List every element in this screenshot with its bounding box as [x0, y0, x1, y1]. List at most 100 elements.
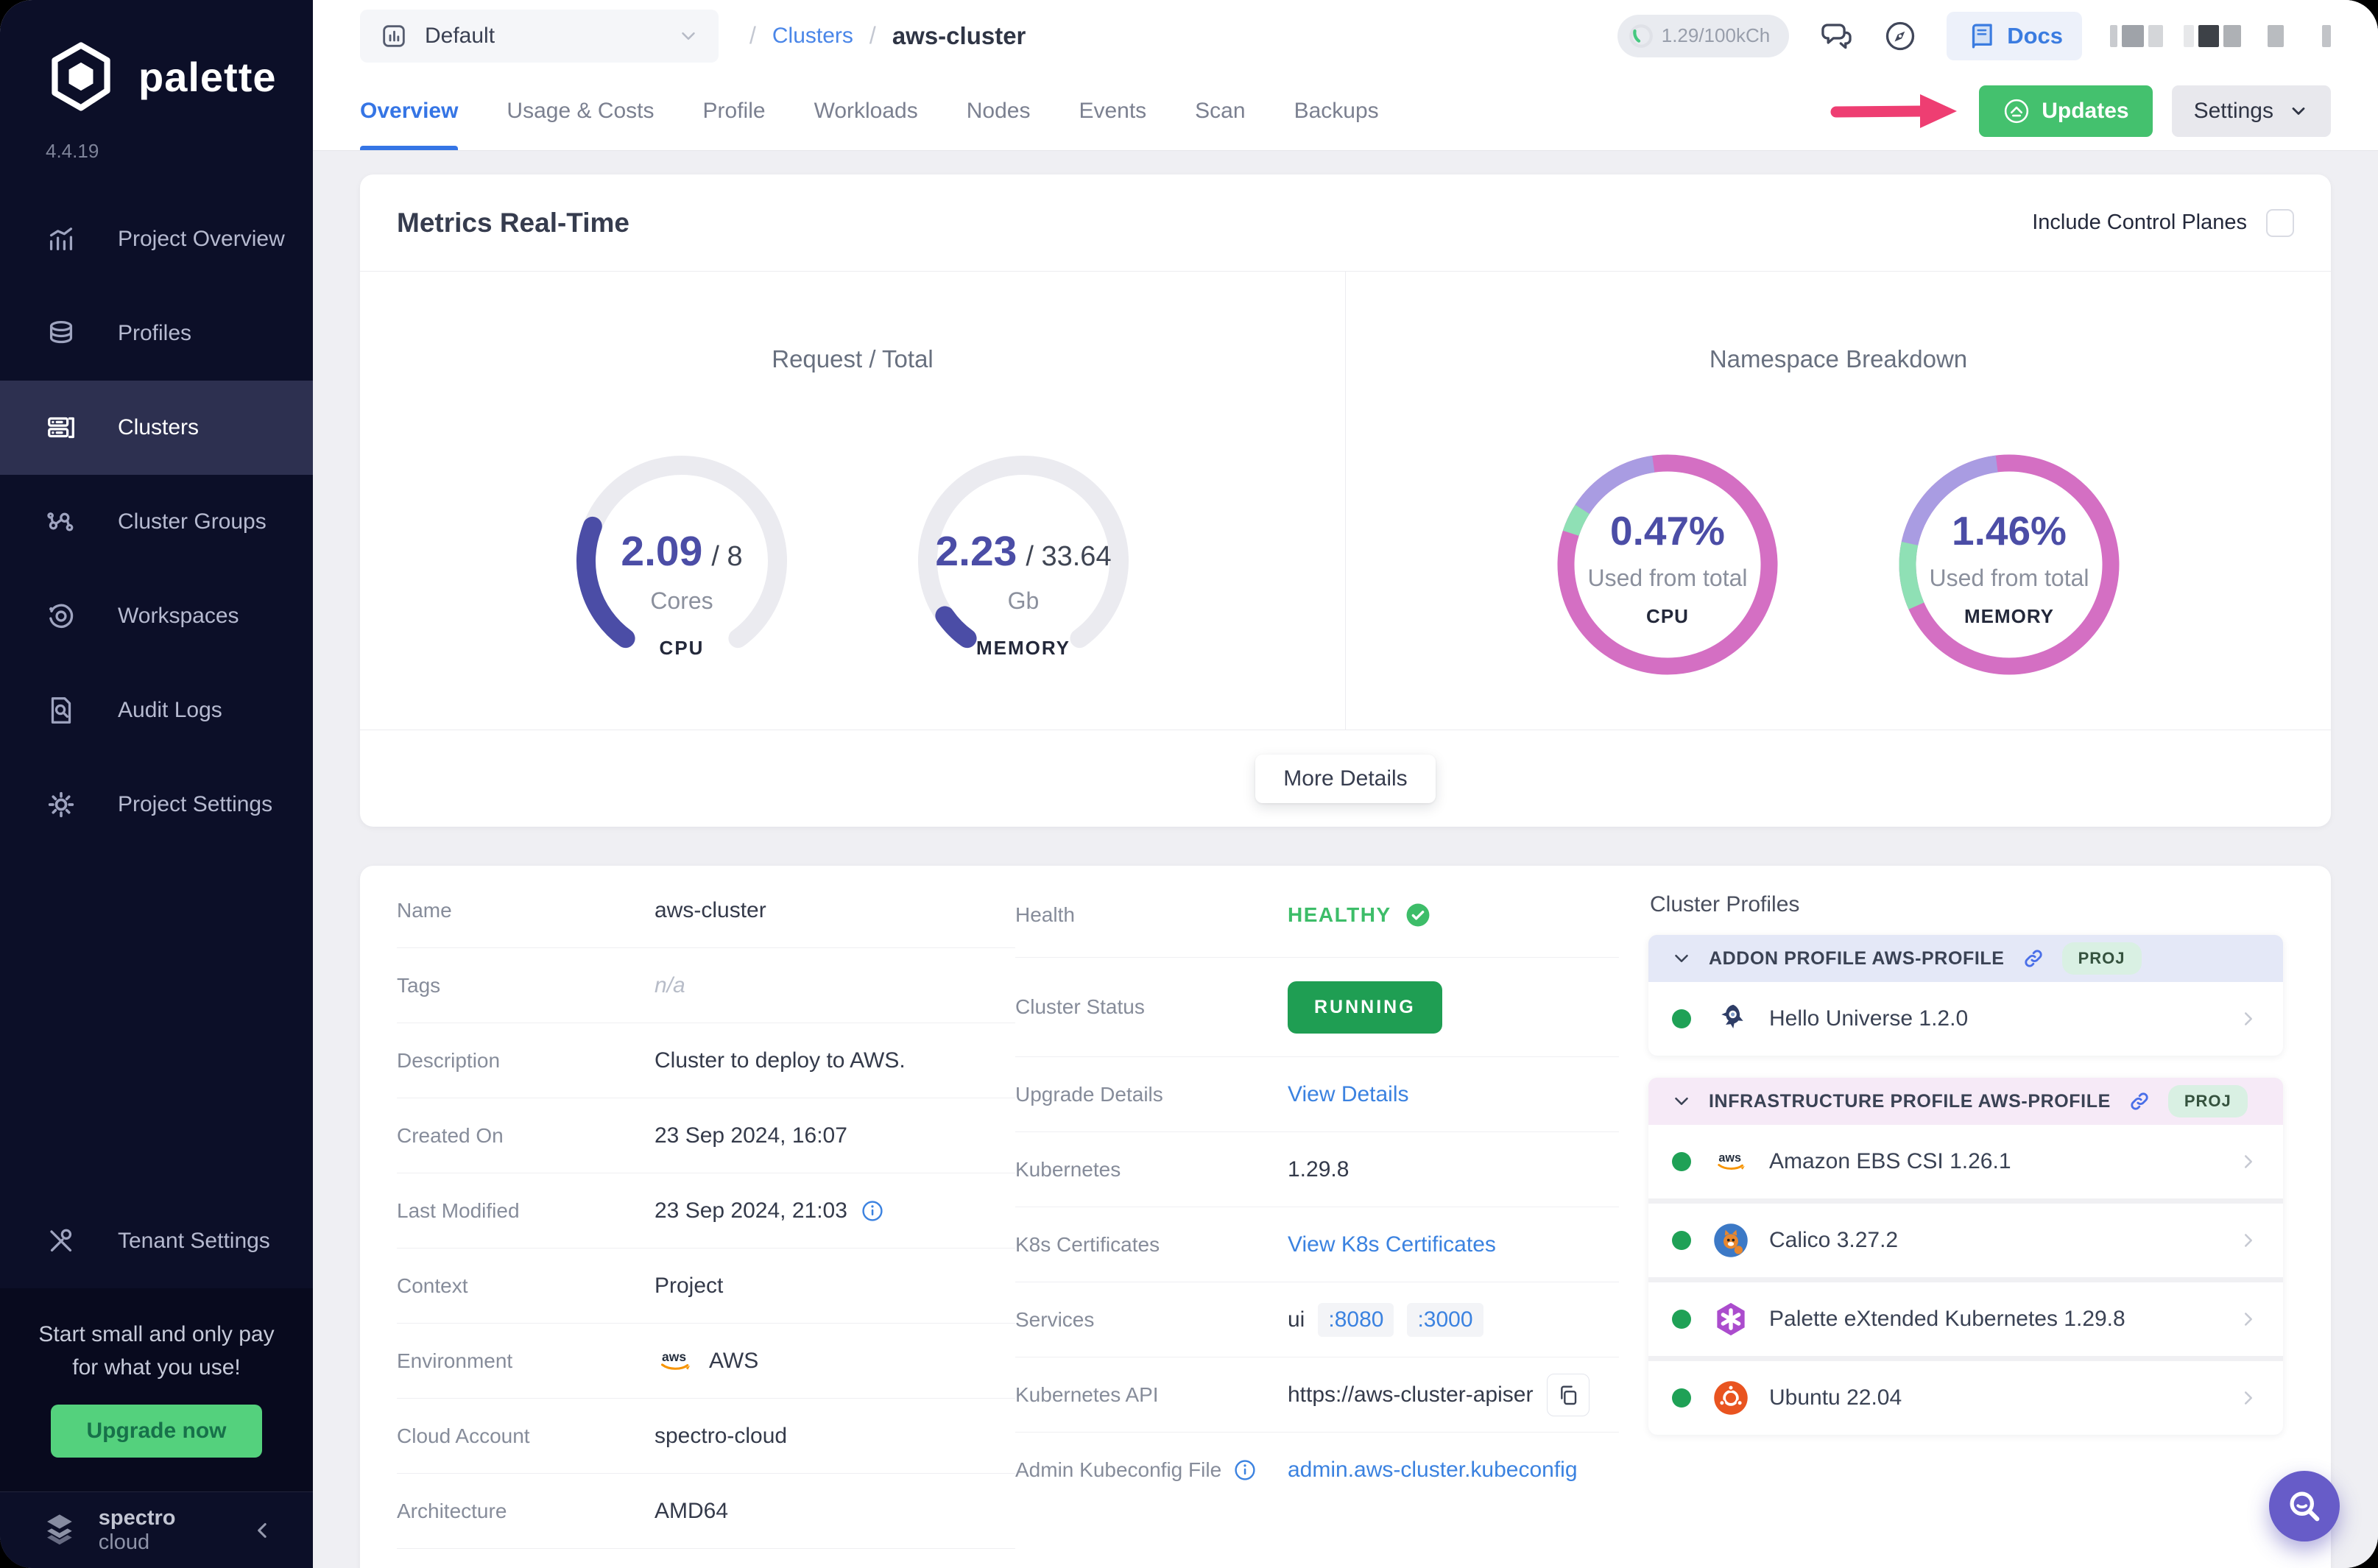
project-selector[interactable]: Default	[360, 9, 719, 63]
copy-api-url-button[interactable]	[1547, 1373, 1590, 1416]
chevron-right-icon	[2245, 1391, 2252, 1405]
status-dot	[1672, 1152, 1691, 1171]
sidebar-item-label: Cluster Groups	[118, 509, 267, 534]
cpu-used-caption: Used from total	[1587, 565, 1748, 591]
service-port-link[interactable]: :8080	[1318, 1302, 1394, 1337]
tags-value: n/a	[655, 972, 685, 997]
proj-badge: PROJ	[2167, 1085, 2248, 1117]
profile-row-amazon-ebs-csi[interactable]: aws Amazon EBS CSI 1.26.1	[1648, 1125, 2283, 1198]
status-dot	[1672, 1388, 1691, 1408]
profile-row-hello-universe[interactable]: Hello Universe 1.2.0	[1648, 982, 2283, 1056]
profile-row-calico[interactable]: Calico 3.27.2	[1648, 1204, 2283, 1277]
tab-profile[interactable]: Profile	[703, 71, 766, 150]
detail-row-cloud-account: Cloud Account spectro-cloud	[397, 1399, 1015, 1474]
kubeconfig-download-link[interactable]: admin.aws-cluster.kubeconfig	[1288, 1458, 1578, 1483]
namespace-breakdown-panel: Namespace Breakdown 0.47% Used from tota…	[1346, 272, 2331, 730]
chevron-right-icon	[2245, 1012, 2252, 1025]
detail-row-health: Health HEALTHY	[1015, 873, 1619, 958]
sidebar-item-project-overview[interactable]: Project Overview	[0, 192, 313, 286]
cpu-unit: Cores	[650, 587, 713, 614]
compass-icon[interactable]	[1882, 18, 1919, 54]
sidebar-item-label: Project Overview	[118, 227, 285, 251]
more-details-button[interactable]: More Details	[1255, 754, 1436, 803]
svg-text:aws: aws	[1718, 1151, 1741, 1165]
sidebar-item-label: Clusters	[118, 415, 200, 439]
gear-icon	[48, 791, 74, 818]
include-control-planes-label: Include Control Planes	[2032, 211, 2247, 234]
upgrade-now-button[interactable]: Upgrade now	[51, 1405, 262, 1458]
service-name: ui	[1288, 1307, 1305, 1332]
detail-row-environment: Environment aws AWS	[397, 1324, 1015, 1399]
tab-events[interactable]: Events	[1079, 71, 1146, 150]
sidebar-item-audit-logs[interactable]: Audit Logs	[0, 663, 313, 757]
addon-profile-header[interactable]: ADDON PROFILE AWS-PROFILE PROJ	[1648, 935, 2283, 982]
metrics-card: Metrics Real-Time Include Control Planes…	[360, 174, 2331, 827]
profile-pack-name: Amazon EBS CSI 1.26.1	[1769, 1149, 2011, 1173]
status-dot	[1672, 1009, 1691, 1028]
breadcrumb-link-clusters[interactable]: Clusters	[772, 24, 853, 49]
info-icon[interactable]	[1233, 1458, 1257, 1482]
sidebar-item-cluster-groups[interactable]: Cluster Groups	[0, 475, 313, 569]
settings-label: Settings	[2193, 98, 2273, 123]
main-area: Default / Clusters / aws-cluster 1.29/10…	[313, 0, 2378, 1568]
project-selector-value: Default	[425, 23, 495, 48]
chat-icon[interactable]	[1817, 18, 1854, 54]
tab-nodes[interactable]: Nodes	[967, 71, 1031, 150]
running-status-badge: RUNNING	[1288, 981, 1442, 1034]
sidebar-item-tenant-settings[interactable]: Tenant Settings	[0, 1194, 313, 1288]
tab-scan[interactable]: Scan	[1195, 71, 1245, 150]
spectro-cloud-name: spectro cloud	[98, 1505, 176, 1554]
cpu-total-value: 8	[727, 540, 743, 572]
sidebar-item-workspaces[interactable]: Workspaces	[0, 569, 313, 663]
link-icon[interactable]	[2021, 946, 2046, 971]
servers-icon	[48, 417, 74, 439]
chevron-down-icon	[1675, 1098, 1688, 1105]
promo-text: Start small and only pay for what you us…	[38, 1322, 275, 1380]
cpu-request-value: 2.09	[621, 527, 703, 575]
collapse-sidebar-icon[interactable]	[250, 1518, 275, 1543]
docs-button[interactable]: Docs	[1947, 11, 2082, 60]
profile-row-palette-extended-kubernetes[interactable]: Palette eXtended Kubernetes 1.29.8	[1648, 1282, 2283, 1356]
tab-workloads[interactable]: Workloads	[814, 71, 918, 150]
request-total-panel: Request / Total 2.09 / 8 Cores CPU 2.23 …	[360, 272, 1346, 730]
profile-pack-name: Hello Universe 1.2.0	[1769, 1006, 1969, 1031]
updates-button[interactable]: Updates	[1979, 85, 2153, 137]
hello-universe-icon	[1721, 1004, 1743, 1028]
include-control-planes-checkbox[interactable]	[2266, 208, 2294, 237]
chevron-down-icon	[1675, 955, 1688, 962]
usage-credits-pill[interactable]: 1.29/100kCh	[1617, 14, 1790, 57]
tools-icon	[50, 1229, 72, 1252]
link-icon[interactable]	[2127, 1089, 2152, 1114]
breadcrumb-separator: /	[869, 22, 876, 49]
sidebar-item-clusters[interactable]: Clusters	[0, 381, 313, 475]
view-k8s-certificates-link[interactable]: View K8s Certificates	[1288, 1232, 1496, 1257]
infrastructure-profile-header[interactable]: INFRASTRUCTURE PROFILE AWS-PROFILE PROJ	[1648, 1078, 2283, 1125]
sidebar-item-profiles[interactable]: Profiles	[0, 286, 313, 381]
aws-logo-icon: aws	[1718, 1151, 1745, 1170]
service-port-link[interactable]: :3000	[1407, 1302, 1483, 1337]
tab-usage-costs[interactable]: Usage & Costs	[507, 71, 654, 150]
profile-row-ubuntu[interactable]: Ubuntu 22.04	[1648, 1361, 2283, 1435]
usage-progress-icon	[1629, 24, 1653, 48]
cluster-name-value: aws-cluster	[655, 897, 766, 922]
info-icon[interactable]	[861, 1199, 884, 1223]
tab-backups[interactable]: Backups	[1294, 71, 1379, 150]
settings-button[interactable]: Settings	[2171, 85, 2331, 137]
sidebar-item-project-settings[interactable]: Project Settings	[0, 757, 313, 852]
book-icon	[1972, 24, 1992, 48]
view-details-link[interactable]: View Details	[1288, 1082, 1409, 1107]
bar-chart-icon	[49, 227, 73, 251]
upgrade-promo: Start small and only pay for what you us…	[0, 1288, 313, 1491]
cpu-donut-label: CPU	[1646, 605, 1689, 627]
memory-request-value: 2.23	[935, 527, 1017, 575]
detail-row-last-modified: Last Modified 23 Sep 2024, 21:03	[397, 1173, 1015, 1249]
memory-used-percent: 1.46%	[1952, 508, 2067, 554]
tab-overview[interactable]: Overview	[360, 71, 459, 150]
search-fab-button[interactable]	[2269, 1471, 2340, 1541]
detail-row-k8s-certificates: K8s Certificates View K8s Certificates	[1015, 1207, 1619, 1282]
magnifier-smile-icon	[2290, 1491, 2320, 1522]
cluster-profiles-title: Cluster Profiles	[1650, 892, 1800, 917]
architecture-value: AMD64	[655, 1498, 729, 1523]
profile-pack-name: Calico 3.27.2	[1769, 1228, 1899, 1252]
usage-credits-value: 1.29/100kCh	[1661, 24, 1771, 46]
